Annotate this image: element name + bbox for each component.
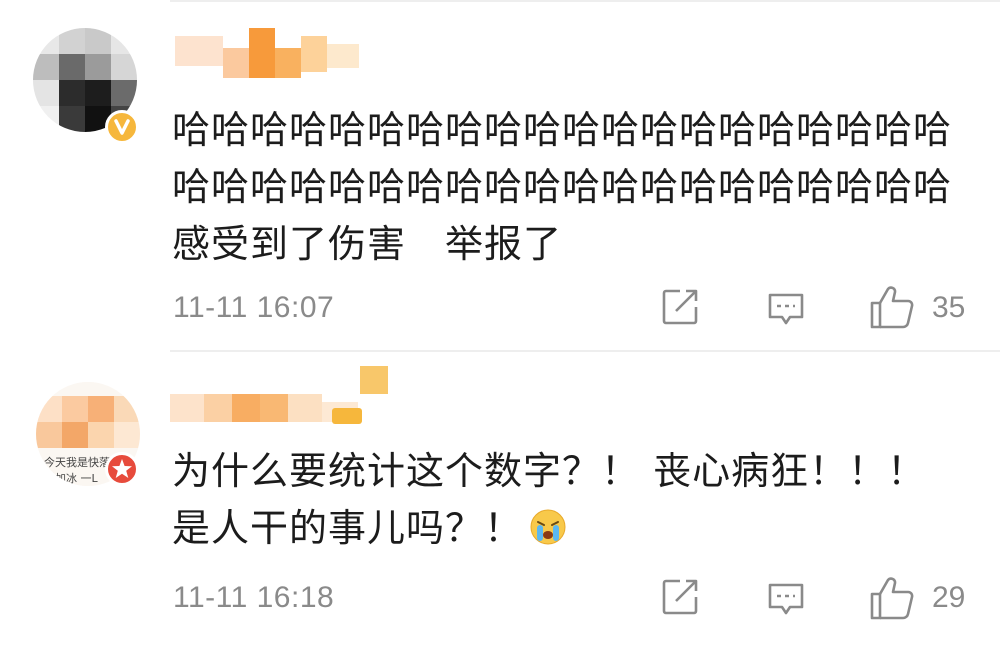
reply-icon[interactable] — [766, 579, 806, 623]
star-icon — [105, 452, 139, 486]
avatar-caption: 乐加冰 一L — [44, 472, 98, 485]
avatar-caption: 今天我是快落 — [44, 456, 110, 469]
crying-emoji-icon — [529, 505, 567, 545]
forward-icon[interactable] — [660, 577, 700, 621]
comment-item: 哈哈哈哈哈哈哈哈哈哈哈哈哈哈哈哈哈哈哈哈哈哈哈哈哈哈哈哈哈哈哈哈哈哈哈哈哈哈哈哈… — [0, 0, 1000, 350]
comment-time: 11-11 16:07 — [173, 291, 335, 324]
comment-item: 今天我是快落 乐加冰 一L 为什么要统计这个数字？！ 丧心病狂！！！是人干的事儿… — [0, 352, 1000, 647]
verified-v-icon — [105, 110, 139, 144]
forward-icon[interactable] — [660, 287, 700, 331]
reply-icon[interactable] — [766, 289, 806, 333]
like-count: 35 — [932, 291, 966, 324]
thumbs-up-icon[interactable] — [868, 574, 916, 620]
comment-text: 为什么要统计这个数字？！ 丧心病狂！！！是人干的事儿吗？！ — [172, 443, 962, 557]
username[interactable] — [170, 366, 390, 424]
like-count: 29 — [932, 581, 966, 614]
comment-text: 哈哈哈哈哈哈哈哈哈哈哈哈哈哈哈哈哈哈哈哈哈哈哈哈哈哈哈哈哈哈哈哈哈哈哈哈哈哈哈哈… — [172, 108, 953, 266]
username[interactable] — [175, 28, 365, 80]
comment-time: 11-11 16:18 — [173, 581, 335, 614]
thumbs-up-icon[interactable] — [868, 283, 916, 329]
